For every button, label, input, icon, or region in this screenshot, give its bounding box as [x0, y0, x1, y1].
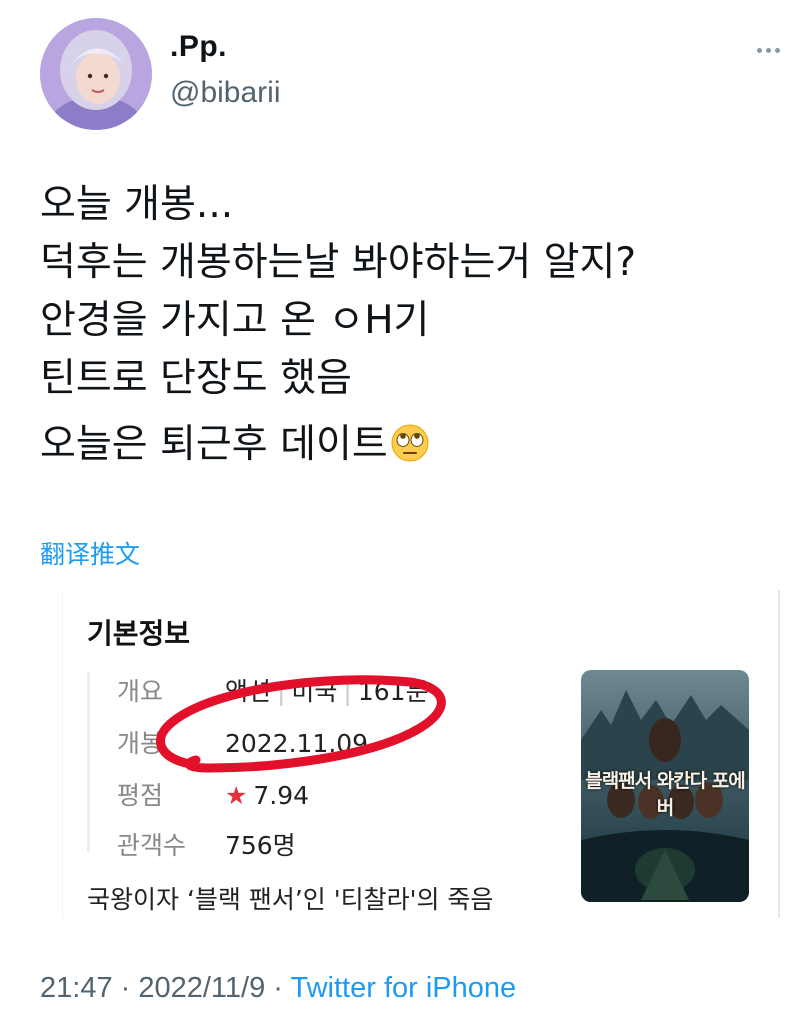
tweet-line: 오늘 개봉... — [40, 182, 234, 227]
rating-value: 7.94 — [253, 781, 310, 810]
info-key: 개봉 — [117, 729, 164, 758]
tweet-time: 21:47 — [40, 972, 113, 1004]
info-key: 관객수 — [117, 831, 187, 860]
tweet-text: 오늘 개봉... 덕후는 개봉하는날 봐야하는거 알지? 안경을 가지고 온 ㅇ… — [40, 176, 636, 474]
tweet-line: 안경을 가지고 온 ㅇH기 — [40, 298, 430, 343]
info-row-release: 개봉 2022.11.09. — [117, 724, 376, 760]
tweet-last-text: 오늘은 퇴근후 데이트 — [40, 422, 388, 467]
synopsis: 국왕이자 ‘블랙 팬서’인 '티찰라'의 죽음 — [87, 885, 494, 914]
audience-count: 756명 — [224, 831, 296, 860]
star-icon: ★ — [224, 781, 248, 810]
info-value: 161분 — [357, 677, 429, 706]
info-row-rating: 평점 ★ 7.94 — [117, 776, 309, 812]
user-handle[interactable]: @bibarii — [170, 76, 281, 110]
translate-tweet-link[interactable]: 翻译推文 — [40, 535, 140, 571]
info-row-overview: 개요 액션 | 미국 | 161분 — [117, 672, 429, 708]
info-row-audience: 관객수 756명 — [117, 826, 296, 862]
poster-title: 블랙팬서 와칸다 포에버 — [585, 770, 746, 819]
tweet-meta: 21:47 · 2022/11/9 · Twitter for iPhone — [40, 972, 517, 1004]
movie-poster[interactable]: 블랙팬서 와칸다 포에버 — [581, 670, 749, 902]
display-name[interactable]: .Pp. — [170, 30, 227, 64]
rolling-eyes-emoji-icon — [391, 424, 429, 462]
tweet-line: 틴트로 단장도 했음 — [40, 356, 352, 401]
movie-info-card: 기본정보 개요 액션 | 미국 | 161분 개봉 2022.11.09. 평점 ★ 7.… — [62, 590, 780, 918]
tweet-line: 덕후는 개봉하는날 봐야하는거 알지? — [40, 240, 637, 285]
more-options-icon[interactable] — [757, 38, 793, 58]
info-key: 개요 — [117, 677, 164, 706]
info-divider — [87, 672, 90, 852]
avatar[interactable] — [40, 18, 152, 130]
info-value: 미국 — [291, 677, 338, 706]
profile-photo-icon — [40, 18, 152, 130]
info-key: 평점 — [117, 781, 164, 810]
info-value: 액션 — [224, 677, 271, 706]
tweet-source-link[interactable]: Twitter for iPhone — [291, 972, 517, 1004]
tweet-line-last: 오늘은 퇴근후 데이트 — [40, 416, 636, 474]
card-title: 기본정보 — [87, 617, 191, 650]
tweet-date: 2022/11/9 — [138, 972, 266, 1004]
release-date: 2022.11.09. — [224, 729, 377, 758]
